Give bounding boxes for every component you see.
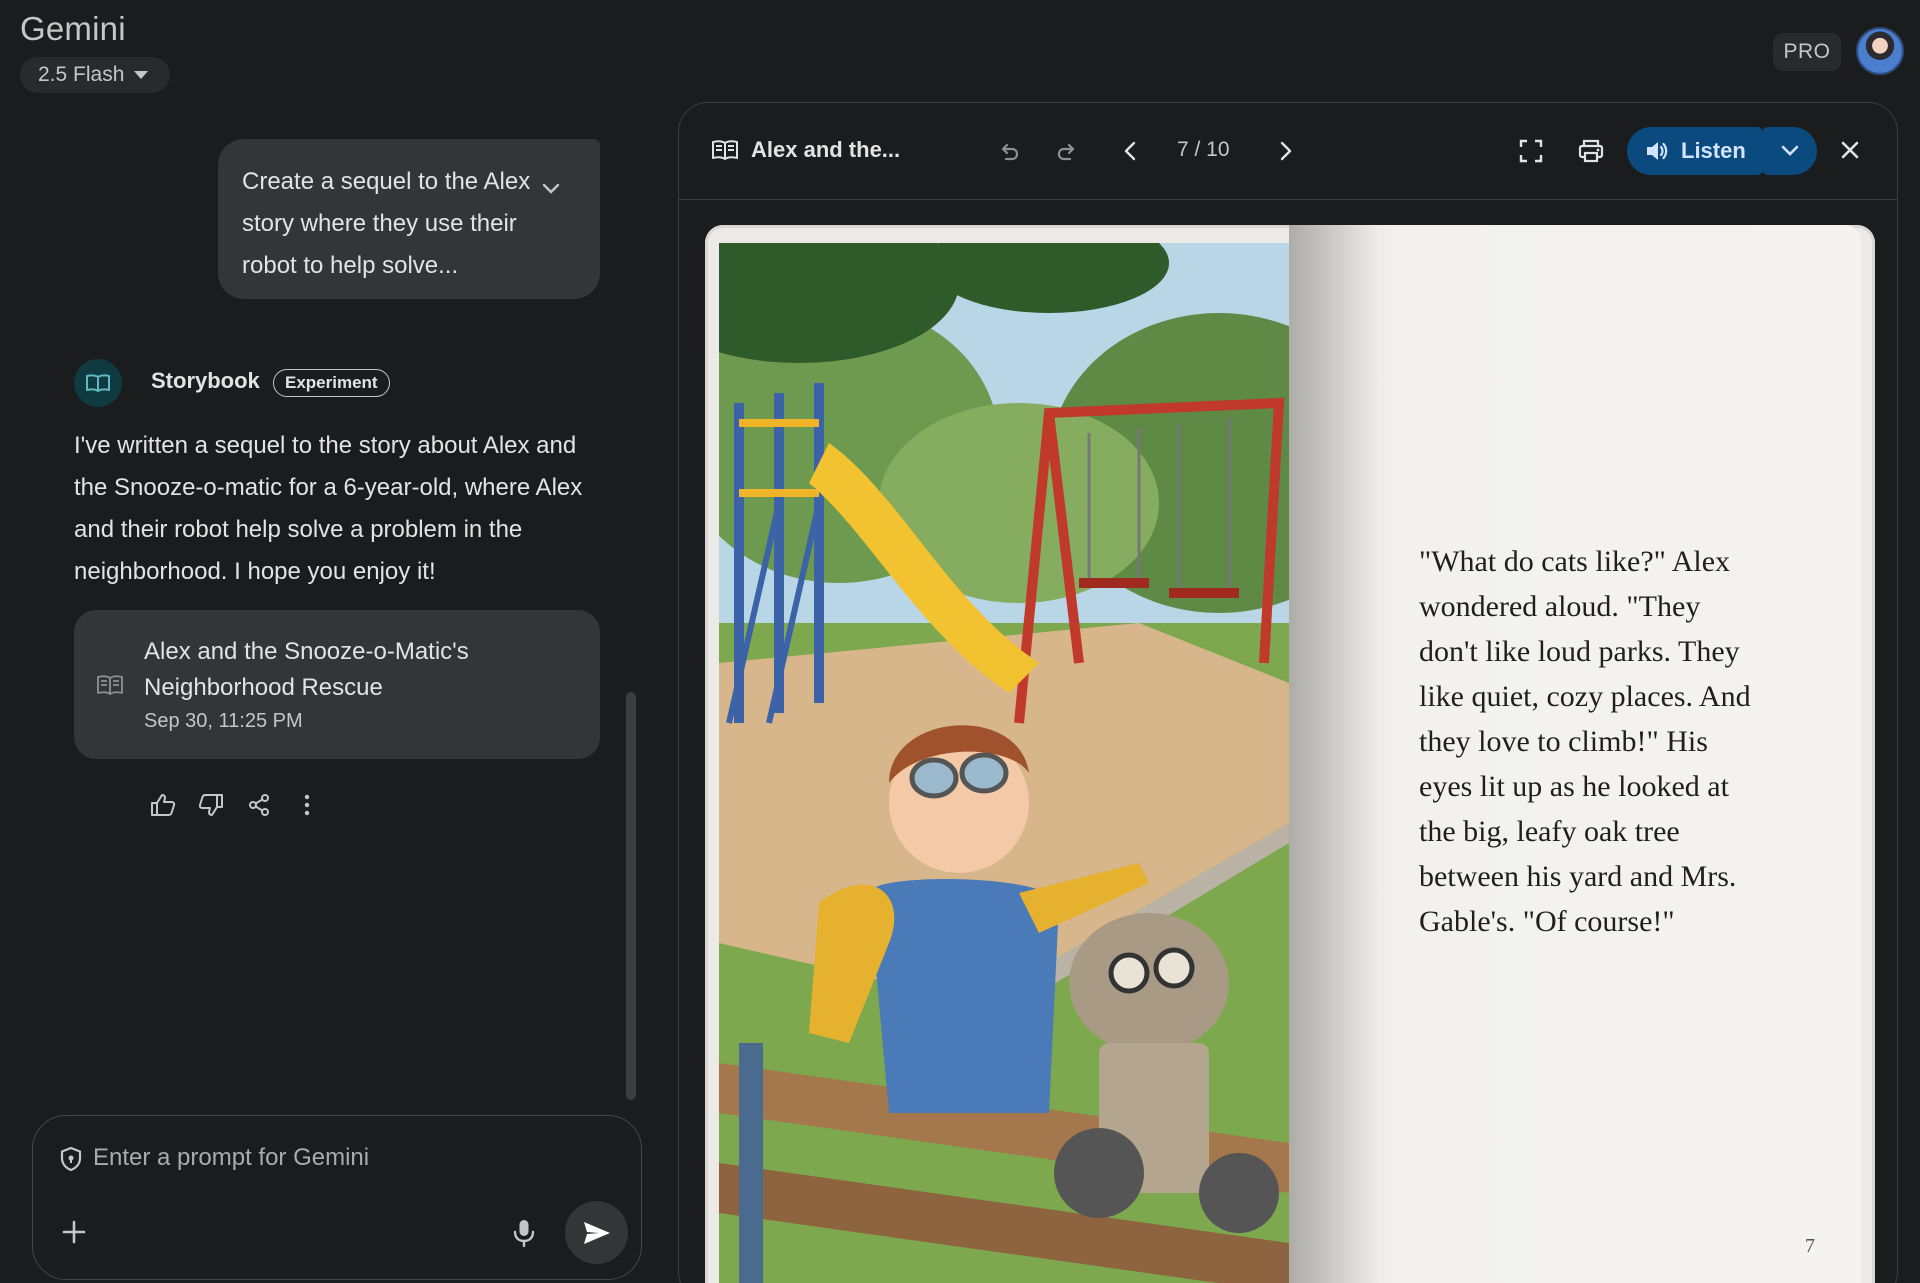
response-actions	[150, 792, 320, 818]
mic-icon[interactable]	[510, 1218, 538, 1248]
thumbs-up-icon[interactable]	[150, 792, 176, 818]
book-icon	[711, 138, 739, 162]
caret-down-icon	[134, 70, 149, 80]
storybook-avatar	[74, 359, 122, 407]
more-vert-icon[interactable]	[294, 792, 320, 818]
story-card-title: Alex and the Snooze-o-Matic's Neighborho…	[144, 637, 469, 701]
listen-label: Listen	[1681, 138, 1746, 163]
share-icon[interactable]	[246, 792, 272, 818]
prompt-input[interactable]: Enter a prompt for Gemini	[93, 1144, 369, 1172]
storybook-reader: Alex and the... 7 / 10 Listen "What do c…	[678, 102, 1898, 1283]
app-title: Gemini	[20, 10, 126, 47]
model-label: 2.5 Flash	[38, 63, 125, 86]
storybook-spread: "What do cats like?" Alex wondered aloud…	[705, 225, 1875, 1283]
redo-icon[interactable]	[1055, 139, 1079, 163]
print-icon[interactable]	[1578, 139, 1604, 163]
user-prompt-text: Create a sequel to the Alex story where …	[242, 168, 531, 279]
chevron-down-icon	[1781, 145, 1799, 157]
shield-icon	[60, 1146, 82, 1172]
close-icon[interactable]	[1839, 139, 1861, 161]
pro-badge[interactable]: PRO	[1773, 33, 1841, 71]
story-card-date: Sep 30, 11:25 PM	[144, 709, 303, 732]
reader-title: Alex and the...	[751, 137, 901, 162]
chat-scrollbar[interactable]	[626, 692, 636, 1100]
volume-icon	[1645, 140, 1669, 162]
book-icon	[85, 373, 111, 393]
listen-button[interactable]: Listen	[1627, 127, 1763, 175]
user-prompt-bubble: Create a sequel to the Alex story where …	[218, 139, 600, 299]
listen-options-button[interactable]	[1762, 127, 1817, 175]
page-number: 7	[1805, 1235, 1815, 1257]
story-illustration	[719, 243, 1289, 1283]
response-text: I've written a sequel to the story about…	[74, 432, 583, 585]
add-icon[interactable]	[62, 1220, 86, 1244]
thumbs-down-icon[interactable]	[198, 792, 224, 818]
chevron-down-icon[interactable]	[542, 183, 560, 195]
book-icon	[96, 674, 124, 696]
previous-page-icon[interactable]	[1119, 139, 1143, 163]
spine-shadow	[1289, 225, 1379, 1283]
page-indicator: 7 / 10	[1177, 138, 1230, 161]
fullscreen-icon[interactable]	[1519, 139, 1543, 163]
send-button[interactable]	[565, 1201, 628, 1264]
story-page-text: "What do cats like?" Alex wondered aloud…	[1419, 545, 1751, 938]
next-page-icon[interactable]	[1273, 139, 1297, 163]
story-card[interactable]: Alex and the Snooze-o-Matic's Neighborho…	[74, 610, 600, 759]
avatar[interactable]	[1856, 27, 1904, 75]
model-selector[interactable]: 2.5 Flash	[20, 57, 171, 93]
send-icon	[582, 1220, 612, 1246]
story-card-meta: Alex and the Snooze-o-Matic's Neighborho…	[144, 634, 504, 736]
undo-icon[interactable]	[997, 139, 1021, 163]
reader-toolbar: Alex and the... 7 / 10 Listen	[679, 103, 1897, 200]
experiment-badge: Experiment	[273, 369, 390, 397]
agent-name: Storybook	[151, 368, 260, 393]
prompt-input-box[interactable]	[32, 1115, 642, 1280]
